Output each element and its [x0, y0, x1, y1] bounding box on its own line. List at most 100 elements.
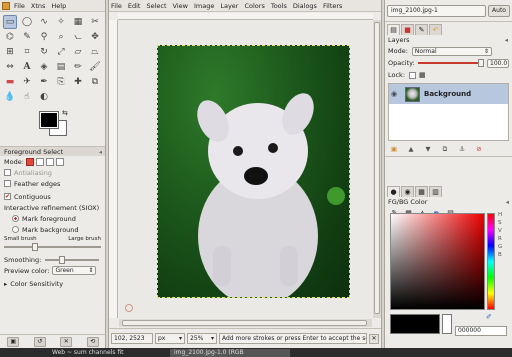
- tab-menu-icon[interactable]: ◂: [99, 148, 102, 156]
- expander-arrow-icon[interactable]: ▸: [4, 280, 7, 288]
- brush-size-slider[interactable]: [4, 243, 101, 251]
- menu-help[interactable]: Help: [51, 2, 66, 10]
- dodge-burn-icon[interactable]: ◐: [37, 90, 51, 104]
- taskbar-task-1[interactable]: Web ~ sum channels fit: [48, 349, 168, 357]
- feather-row[interactable]: Feather edges: [0, 178, 105, 189]
- opacity-knob[interactable]: [478, 59, 484, 67]
- menu-file[interactable]: File: [14, 2, 25, 10]
- taskbar-launcher[interactable]: [0, 349, 46, 357]
- color-saturation-value-area[interactable]: [390, 213, 485, 310]
- scale-icon[interactable]: ⤢: [54, 45, 68, 59]
- tab-paths[interactable]: ✎: [415, 24, 428, 35]
- heal-icon[interactable]: ✚: [71, 75, 85, 89]
- scale-g[interactable]: G: [498, 243, 510, 251]
- layer-mode-select[interactable]: Normal ⇕: [411, 46, 492, 56]
- horizontal-ruler[interactable]: [118, 13, 373, 20]
- swap-colors-icon[interactable]: ⇆: [62, 109, 68, 117]
- opacity-slider[interactable]: [417, 59, 484, 67]
- anchor-layer-icon[interactable]: ⚓: [456, 145, 468, 155]
- paintbrush-icon[interactable]: 🖌: [88, 60, 102, 74]
- hex-color-input[interactable]: 000000: [455, 326, 507, 336]
- crop-icon[interactable]: ⌗: [20, 45, 34, 59]
- tab-brushes[interactable]: ◉: [401, 186, 414, 197]
- measure-icon[interactable]: ⦦: [71, 30, 85, 44]
- preview-color-select[interactable]: Green ⇕: [52, 266, 97, 275]
- antialiasing-row[interactable]: Antialiasing: [0, 167, 105, 178]
- opacity-spinbox[interactable]: 100.0: [487, 58, 509, 68]
- menu-colors[interactable]: Colors: [244, 2, 264, 10]
- reset-options-icon[interactable]: ⟲: [86, 336, 99, 347]
- contiguous-checkbox[interactable]: ✔: [4, 193, 11, 200]
- fuzzy-select-icon[interactable]: ✧: [54, 15, 68, 29]
- current-bg-swatch[interactable]: [442, 314, 452, 334]
- smoothing-slider[interactable]: [45, 255, 99, 264]
- eraser-icon[interactable]: ▬: [3, 75, 17, 89]
- duplicate-layer-icon[interactable]: ⧉: [439, 145, 451, 155]
- clone-icon[interactable]: ⎘: [54, 75, 68, 89]
- menu-image[interactable]: Image: [194, 2, 214, 10]
- mark-background-row[interactable]: Mark background: [0, 224, 105, 235]
- unit-select[interactable]: px ▾: [155, 333, 185, 344]
- feather-edges-checkbox[interactable]: [4, 180, 11, 187]
- airbrush-icon[interactable]: ✈: [20, 75, 34, 89]
- tab-gradients[interactable]: ▥: [429, 186, 442, 197]
- perspective-clone-icon[interactable]: ⧉: [88, 75, 102, 89]
- smoothing-knob[interactable]: [59, 255, 66, 264]
- panel-menu-icon[interactable]: ◂: [506, 198, 509, 206]
- menu-tools[interactable]: Tools: [271, 2, 287, 10]
- canvas-area[interactable]: [119, 21, 372, 318]
- current-fg-swatch[interactable]: [390, 314, 440, 334]
- blur-icon[interactable]: 💧: [3, 90, 17, 104]
- mode-intersect-icon[interactable]: [55, 157, 64, 166]
- raise-layer-icon[interactable]: ▲: [405, 145, 417, 155]
- horizontal-scrollbar[interactable]: [119, 319, 372, 327]
- mark-background-radio[interactable]: [12, 226, 19, 233]
- color-picker-icon[interactable]: ⚲: [37, 30, 51, 44]
- align-icon[interactable]: ⊞: [3, 45, 17, 59]
- delete-options-icon[interactable]: ✕: [60, 336, 73, 347]
- menu-file[interactable]: File: [111, 2, 122, 10]
- shear-icon[interactable]: ▱: [71, 45, 85, 59]
- navigate-icon[interactable]: [125, 304, 133, 312]
- mark-foreground-radio[interactable]: [12, 215, 19, 222]
- flip-icon[interactable]: ⇔: [3, 60, 17, 74]
- new-layer-icon[interactable]: ▣: [388, 145, 400, 155]
- text-icon[interactable]: A: [20, 60, 34, 74]
- horizontal-scroll-thumb[interactable]: [122, 320, 367, 326]
- eyedropper-icon[interactable]: ✐: [486, 313, 496, 323]
- panel-menu-icon[interactable]: ◂: [505, 36, 508, 44]
- layer-row[interactable]: ◉ Background: [389, 84, 508, 104]
- scale-s[interactable]: S: [498, 219, 510, 227]
- tab-layers[interactable]: ▤: [387, 24, 400, 35]
- menu-select[interactable]: Select: [146, 2, 166, 10]
- taskbar-task-2[interactable]: img_2100.jpg-1.0 (RGB: [170, 348, 290, 357]
- ellipse-select-icon[interactable]: ◯: [20, 15, 34, 29]
- foreground-color-swatch[interactable]: [39, 111, 59, 129]
- smudge-icon[interactable]: ☝: [20, 90, 34, 104]
- menu-xtns[interactable]: Xtns: [31, 2, 46, 10]
- menu-layer[interactable]: Layer: [220, 2, 238, 10]
- scissors-icon[interactable]: ✂: [88, 15, 102, 29]
- paths-icon[interactable]: ✎: [20, 30, 34, 44]
- antialiasing-checkbox[interactable]: [4, 169, 11, 176]
- scale-v[interactable]: V: [498, 227, 510, 235]
- mode-add-icon[interactable]: [35, 157, 44, 166]
- color-sensitivity-row[interactable]: ▸ Color Sensitivity: [0, 278, 105, 289]
- vertical-scroll-thumb[interactable]: [374, 22, 380, 314]
- vertical-ruler[interactable]: [109, 20, 118, 318]
- contiguous-row[interactable]: ✔ Contiguous: [0, 191, 105, 202]
- save-options-icon[interactable]: ▣: [7, 336, 20, 347]
- perspective-icon[interactable]: ⏢: [88, 45, 102, 59]
- pencil-icon[interactable]: ✏: [71, 60, 85, 74]
- image-canvas[interactable]: [157, 45, 350, 298]
- restore-options-icon[interactable]: ↺: [33, 336, 46, 347]
- rotate-icon[interactable]: ↻: [37, 45, 51, 59]
- lock-alpha-checkbox[interactable]: [409, 71, 417, 79]
- menu-view[interactable]: View: [173, 2, 188, 10]
- vertical-scrollbar[interactable]: [373, 20, 381, 318]
- scale-r[interactable]: R: [498, 235, 510, 243]
- zoom-icon[interactable]: ⌕: [54, 30, 68, 44]
- image-select[interactable]: img_2100.jpg-1: [387, 4, 486, 17]
- bucket-fill-icon[interactable]: ◈: [37, 60, 51, 74]
- eye-icon[interactable]: ◉: [391, 90, 399, 98]
